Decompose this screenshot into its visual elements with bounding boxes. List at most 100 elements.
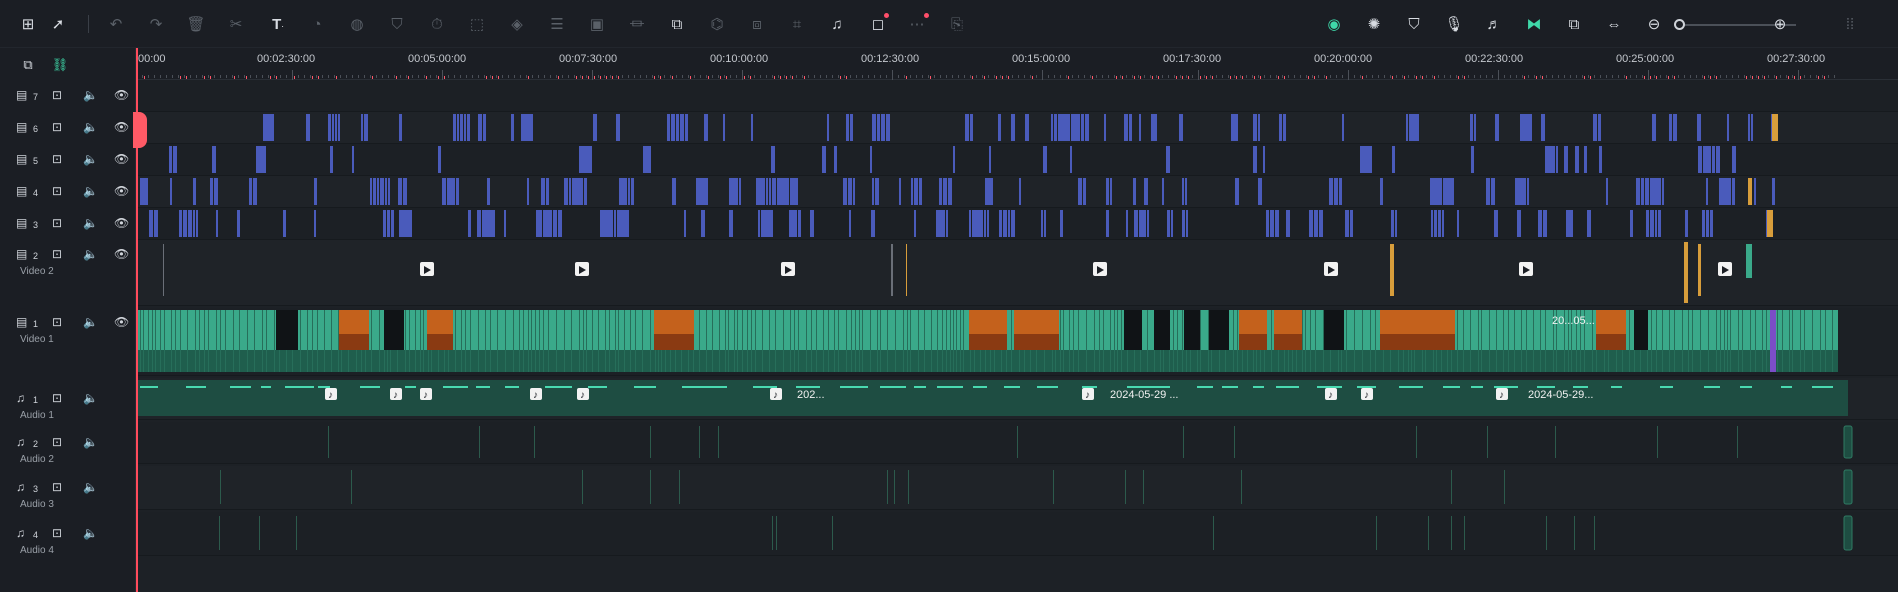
title-clip[interactable] bbox=[196, 210, 198, 237]
title-clip[interactable] bbox=[1043, 146, 1047, 173]
title-clip[interactable] bbox=[1279, 114, 1282, 141]
title-clip[interactable] bbox=[1345, 210, 1349, 237]
audio-clip[interactable] bbox=[679, 470, 680, 504]
title-clip[interactable] bbox=[383, 210, 386, 237]
audio-clip[interactable] bbox=[650, 426, 651, 458]
title-clip[interactable] bbox=[1179, 114, 1183, 141]
title-clip[interactable] bbox=[1395, 210, 1397, 237]
track-lane[interactable] bbox=[136, 466, 1898, 510]
title-clip[interactable] bbox=[1166, 146, 1170, 173]
title-clip[interactable] bbox=[853, 178, 855, 205]
title-clip[interactable] bbox=[1457, 210, 1459, 237]
title-clip[interactable] bbox=[1556, 146, 1558, 173]
title-clip[interactable] bbox=[216, 210, 218, 237]
title-clip[interactable] bbox=[1253, 114, 1257, 141]
title-clip[interactable] bbox=[1060, 210, 1063, 237]
video-thumbnail[interactable] bbox=[1324, 310, 1344, 350]
audio-clip[interactable] bbox=[699, 426, 700, 458]
title-clip[interactable] bbox=[1182, 210, 1185, 237]
title-clip[interactable] bbox=[953, 146, 955, 173]
title-clip[interactable] bbox=[886, 114, 890, 141]
title-clip[interactable] bbox=[914, 210, 916, 237]
title-clip[interactable] bbox=[487, 178, 490, 205]
title-clip[interactable] bbox=[1083, 178, 1086, 205]
title-clip[interactable] bbox=[154, 210, 158, 237]
orange-clip[interactable] bbox=[1390, 244, 1394, 296]
title-clip[interactable] bbox=[984, 210, 986, 237]
playhead-handle[interactable] bbox=[133, 112, 147, 148]
snap-icon[interactable]: ⧓ bbox=[1522, 12, 1546, 36]
volume-icon[interactable]: 🔈 bbox=[83, 527, 98, 539]
purple-clip[interactable] bbox=[1770, 310, 1776, 372]
title-clip[interactable] bbox=[477, 210, 481, 237]
orange-clip[interactable] bbox=[1698, 244, 1701, 296]
title-clip[interactable] bbox=[403, 178, 407, 205]
audio-clip[interactable] bbox=[1843, 469, 1853, 505]
title-clip[interactable] bbox=[998, 114, 1001, 141]
audio-clip[interactable] bbox=[1737, 426, 1738, 458]
translate-icon[interactable]: ⎘ bbox=[945, 12, 969, 36]
video-thumbnail[interactable] bbox=[1124, 310, 1142, 350]
title-clip[interactable] bbox=[1106, 178, 1109, 205]
title-clip[interactable] bbox=[193, 178, 196, 205]
audio-clip[interactable] bbox=[220, 470, 221, 504]
visibility-eye-icon[interactable]: 👁 bbox=[114, 248, 129, 260]
audio-clip[interactable] bbox=[1594, 516, 1595, 550]
title-clip[interactable] bbox=[1126, 210, 1128, 237]
audio-clip[interactable] bbox=[718, 426, 719, 458]
title-clip[interactable] bbox=[453, 114, 456, 141]
title-clip[interactable] bbox=[1495, 114, 1499, 141]
title-clip[interactable] bbox=[1434, 210, 1437, 237]
audio-clip[interactable] bbox=[650, 470, 651, 504]
title-clip[interactable] bbox=[387, 210, 390, 237]
title-clip[interactable] bbox=[1283, 114, 1286, 141]
title-clip[interactable] bbox=[1058, 114, 1070, 141]
title-clip[interactable] bbox=[1186, 210, 1188, 237]
lock-icon[interactable]: ⊡ bbox=[52, 217, 62, 229]
title-clip[interactable] bbox=[739, 178, 741, 205]
video-thumbnail[interactable] bbox=[276, 310, 298, 350]
audio-clip[interactable] bbox=[1053, 470, 1054, 504]
title-clip[interactable] bbox=[584, 178, 587, 205]
title-clip[interactable] bbox=[676, 114, 679, 141]
title-clip[interactable] bbox=[193, 210, 195, 237]
title-clip[interactable] bbox=[1646, 210, 1649, 237]
lock-icon[interactable]: ⊡ bbox=[52, 89, 62, 101]
visibility-eye-icon[interactable]: 👁 bbox=[114, 185, 129, 197]
title-clip[interactable] bbox=[457, 114, 459, 141]
title-clip[interactable] bbox=[364, 114, 368, 141]
adjust-icon[interactable]: ☰ bbox=[545, 12, 569, 36]
title-clip[interactable] bbox=[729, 210, 733, 237]
title-clip[interactable] bbox=[1253, 146, 1257, 173]
title-clip[interactable] bbox=[1702, 210, 1705, 237]
visibility-eye-icon[interactable]: 👁 bbox=[114, 121, 129, 133]
title-clip[interactable] bbox=[1636, 178, 1640, 205]
title-clip[interactable] bbox=[1151, 114, 1157, 141]
audio-clip[interactable] bbox=[1555, 426, 1556, 458]
title-clip[interactable] bbox=[1772, 178, 1775, 205]
audio-clip[interactable] bbox=[1428, 516, 1429, 550]
title-clip[interactable] bbox=[1650, 210, 1654, 237]
volume-icon[interactable]: 🔈 bbox=[83, 436, 98, 448]
title-clip[interactable] bbox=[370, 178, 372, 205]
title-clip[interactable] bbox=[183, 210, 187, 237]
audio-clip[interactable] bbox=[1843, 425, 1853, 459]
title-clip[interactable] bbox=[338, 114, 340, 141]
volume-icon[interactable]: 🔈 bbox=[83, 217, 98, 229]
zoom-in-icon[interactable]: ⊕ bbox=[1768, 12, 1792, 36]
title-clip[interactable] bbox=[729, 178, 738, 205]
timer-icon[interactable]: ⏱ bbox=[425, 12, 449, 36]
title-clip[interactable] bbox=[1732, 178, 1735, 205]
title-clip[interactable] bbox=[536, 210, 542, 237]
title-clip[interactable] bbox=[263, 114, 274, 141]
title-clip[interactable] bbox=[1545, 146, 1555, 173]
title-clip[interactable] bbox=[939, 178, 942, 205]
speech-to-text-icon[interactable]: ⧉ bbox=[665, 12, 689, 36]
title-clip[interactable] bbox=[1641, 178, 1644, 205]
title-clip[interactable] bbox=[1266, 210, 1269, 237]
title-clip[interactable] bbox=[1486, 178, 1490, 205]
title-clip[interactable] bbox=[1438, 210, 1441, 237]
audio-clip[interactable] bbox=[894, 470, 895, 504]
title-clip[interactable] bbox=[1541, 114, 1545, 141]
audio-stretch-icon[interactable]: ⏛ bbox=[625, 12, 649, 36]
